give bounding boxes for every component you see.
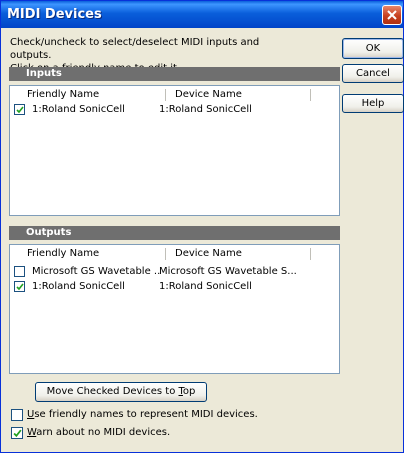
friendly-name-cell[interactable]: 1:Roland SonicCell xyxy=(32,280,160,294)
window-title: MIDI Devices xyxy=(7,7,102,22)
checkmark-icon xyxy=(13,429,22,438)
warn-text: arn about no MIDI devices. xyxy=(36,427,171,438)
inputs-column-header: Friendly Name Device Name xyxy=(25,87,325,102)
column-divider[interactable] xyxy=(165,89,166,101)
friendly-name-cell[interactable]: 1:Roland SonicCell xyxy=(32,103,160,117)
help-button[interactable]: Help xyxy=(342,94,404,113)
checkmark-icon xyxy=(16,106,24,114)
move-button-label: Move Checked Devices to xyxy=(46,386,179,397)
inputs-header: Inputs xyxy=(9,67,340,81)
close-button[interactable] xyxy=(382,5,402,25)
column-divider[interactable] xyxy=(310,89,311,101)
move-checked-to-top-button[interactable]: Move Checked Devices to Top xyxy=(35,382,207,402)
column-friendly-name[interactable]: Friendly Name xyxy=(27,246,99,261)
column-divider[interactable] xyxy=(310,248,311,260)
device-name-cell: 1:Roland SonicCell xyxy=(159,281,252,292)
warn-no-midi-label[interactable]: Warn about no MIDI devices. xyxy=(27,426,170,439)
use-friendly-names-checkbox[interactable] xyxy=(11,409,23,421)
friendly-name-cell[interactable]: Microsoft GS Wavetable ... xyxy=(32,265,160,279)
outputs-header: Outputs xyxy=(9,226,340,240)
ok-button[interactable]: OK xyxy=(342,38,404,59)
move-button-label-end: op xyxy=(182,386,196,397)
instruction-line-1: Check/uncheck to select/deselect MIDI in… xyxy=(10,37,260,61)
column-friendly-name[interactable]: Friendly Name xyxy=(27,87,99,102)
close-icon xyxy=(387,10,397,20)
outputs-group: Outputs Friendly Name Device Name Micros… xyxy=(9,226,340,374)
friendly-text: se friendly names to represent MIDI devi… xyxy=(34,409,258,420)
use-friendly-names-label[interactable]: Use friendly names to represent MIDI dev… xyxy=(27,408,258,421)
list-item[interactable]: Microsoft GS Wavetable ... Microsoft GS … xyxy=(14,265,314,279)
list-item[interactable]: 1:Roland SonicCell 1:Roland SonicCell xyxy=(14,280,314,294)
list-item[interactable]: 1:Roland SonicCell 1:Roland SonicCell xyxy=(14,103,314,117)
device-name-cell: Microsoft GS Wavetable S... xyxy=(159,266,297,277)
column-device-name[interactable]: Device Name xyxy=(175,87,242,102)
midi-devices-dialog: MIDI Devices Check/uncheck to select/des… xyxy=(0,0,404,453)
output-checkbox-2[interactable] xyxy=(14,281,25,292)
inputs-list[interactable]: Friendly Name Device Name 1:Roland Sonic… xyxy=(9,85,340,216)
title-bar[interactable]: MIDI Devices xyxy=(1,1,403,28)
checkmark-icon xyxy=(16,283,24,291)
output-checkbox-1[interactable] xyxy=(14,266,25,277)
input-checkbox-1[interactable] xyxy=(14,104,25,115)
outputs-column-header: Friendly Name Device Name xyxy=(25,246,325,261)
cancel-button[interactable]: Cancel xyxy=(342,64,404,83)
device-name-cell: 1:Roland SonicCell xyxy=(159,104,252,115)
warn-accel: W xyxy=(27,427,37,438)
inputs-group: Inputs Friendly Name Device Name 1:Rolan… xyxy=(9,67,340,217)
outputs-list[interactable]: Friendly Name Device Name Microsoft GS W… xyxy=(9,244,340,374)
warn-no-midi-checkbox[interactable] xyxy=(11,427,23,439)
column-divider[interactable] xyxy=(165,248,166,260)
column-device-name[interactable]: Device Name xyxy=(175,246,242,261)
